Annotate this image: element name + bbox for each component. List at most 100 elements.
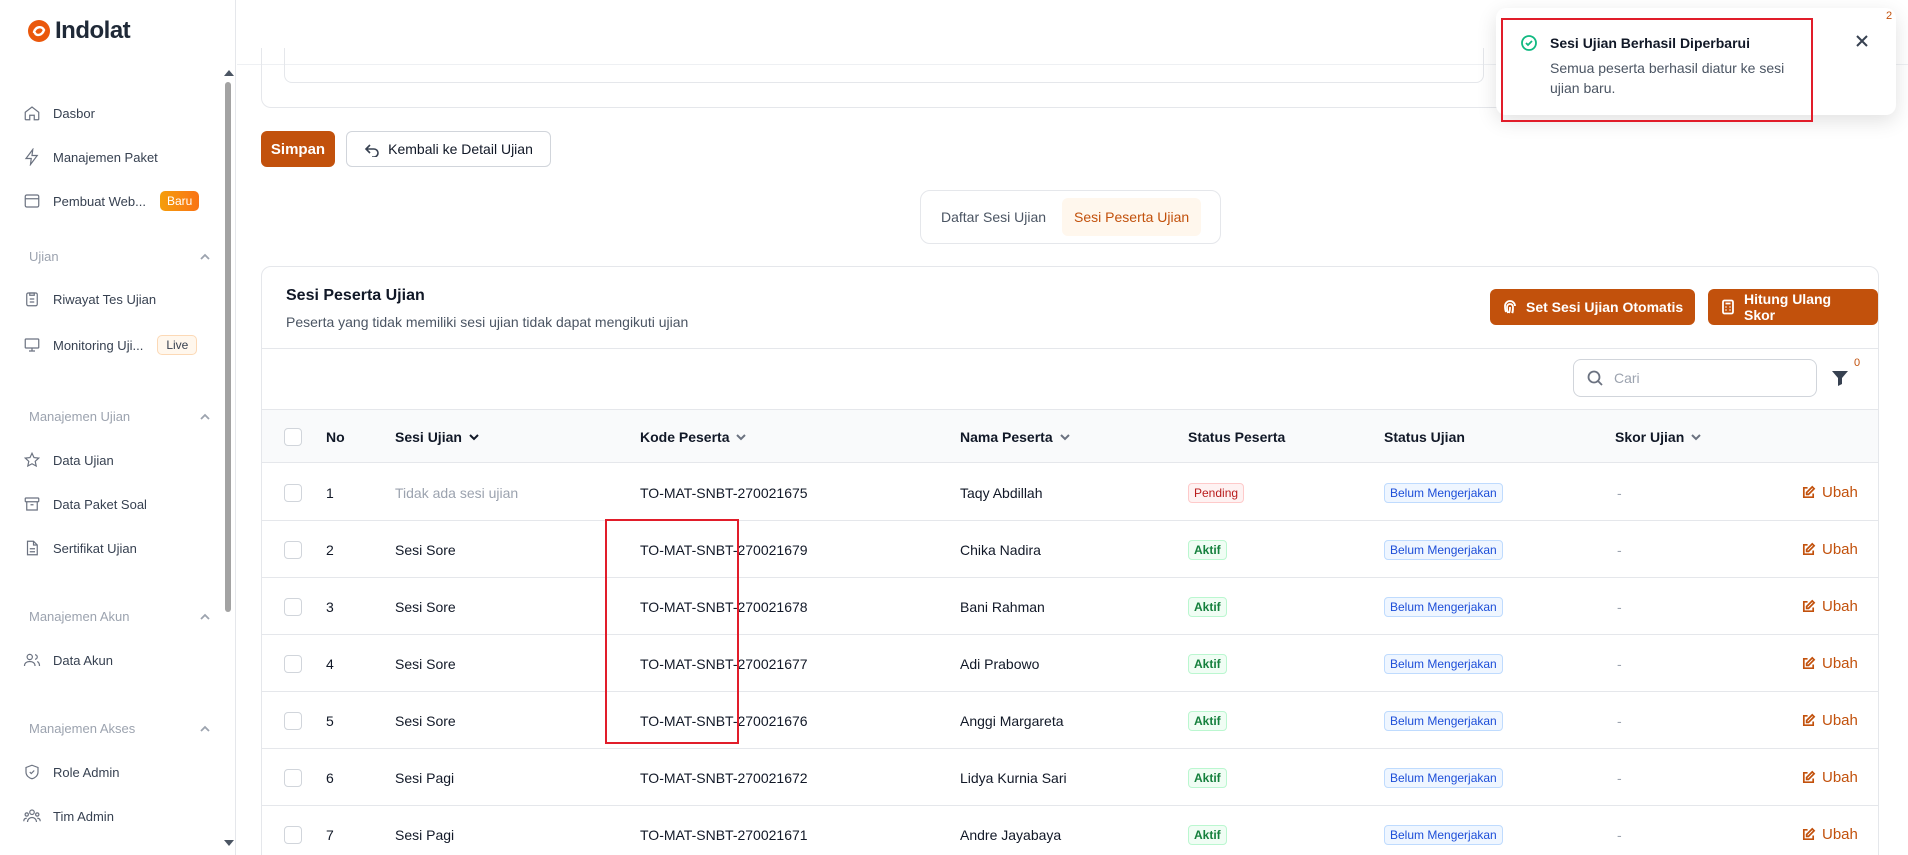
edit-label: Ubah bbox=[1822, 598, 1858, 615]
sidebar-item-sertifikat-ujian[interactable]: Sertifikat Ujian bbox=[22, 534, 137, 562]
section-title: Manajemen Ujian bbox=[29, 409, 131, 424]
cell-sesi-ujian: Sesi Sore bbox=[395, 598, 456, 615]
search-icon bbox=[1587, 370, 1603, 386]
home-icon bbox=[22, 103, 42, 123]
status-ujian-badge: Belum Mengerjakan bbox=[1384, 482, 1503, 503]
edit-button[interactable]: Ubah bbox=[1801, 655, 1858, 672]
cell-status-ujian: Belum Mengerjakan bbox=[1384, 635, 1503, 692]
section-manajemen-akun-toggle[interactable]: Manajemen Akun bbox=[29, 609, 211, 624]
live-badge: Live bbox=[157, 335, 198, 355]
status-ujian-badge: Belum Mengerjakan bbox=[1384, 824, 1503, 845]
cell-status-peserta: Aktif bbox=[1188, 749, 1227, 806]
sidebar-item-data-ujian[interactable]: Data Ujian bbox=[22, 446, 114, 474]
scroll-up-arrow-icon[interactable] bbox=[224, 70, 234, 76]
status-ujian-badge: Belum Mengerjakan bbox=[1384, 539, 1503, 560]
scroll-down-arrow-icon[interactable] bbox=[224, 840, 234, 846]
edit-button[interactable]: Ubah bbox=[1801, 484, 1858, 501]
sidebar-item-monitoring-ujian[interactable]: Monitoring Uji... Live bbox=[22, 331, 198, 359]
sidebar-scrollbar[interactable] bbox=[223, 68, 234, 848]
column-label: Nama Peserta bbox=[960, 429, 1053, 445]
sidebar-item-label: Pembuat Web... bbox=[53, 193, 146, 209]
column-label: Skor Ujian bbox=[1615, 429, 1685, 445]
edit-button[interactable]: Ubah bbox=[1801, 712, 1858, 729]
sidebar-item-label: Role Admin bbox=[53, 764, 120, 780]
search-box[interactable] bbox=[1573, 359, 1817, 397]
row-select-cell bbox=[284, 578, 302, 635]
sidebar-item-dasbor[interactable]: Dasbor bbox=[22, 99, 95, 127]
search-input[interactable] bbox=[1614, 370, 1804, 386]
table-row: 1 Tidak ada sesi ujian TO-MAT-SNBT-2700216… bbox=[262, 464, 1878, 521]
edit-button[interactable]: Ubah bbox=[1801, 826, 1858, 843]
row-checkbox[interactable] bbox=[284, 825, 302, 844]
undo-arrow-icon bbox=[364, 144, 379, 157]
sort-chevron-down-icon bbox=[1059, 434, 1070, 441]
column-label: Sesi Ujian bbox=[395, 429, 462, 445]
sort-chevron-down-icon bbox=[1691, 434, 1701, 441]
brand-logo[interactable]: Indolat bbox=[27, 17, 131, 45]
cell-sesi-ujian: Sesi Sore bbox=[395, 541, 456, 558]
calculator-icon bbox=[1722, 299, 1734, 315]
column-header-skor-ujian[interactable]: Skor Ujian bbox=[1615, 410, 1702, 464]
clipboard-icon bbox=[22, 289, 42, 309]
section-manajemen-akses-toggle[interactable]: Manajemen Akses bbox=[29, 721, 211, 736]
tab-sesi-peserta-ujian[interactable]: Sesi Peserta Ujian bbox=[1062, 198, 1202, 236]
sidebar-item-pembuat-web[interactable]: Pembuat Web... Baru bbox=[22, 187, 200, 215]
table-row: 7 Sesi Pagi TO-MAT-SNBT-270021671 Andre Jay… bbox=[262, 806, 1878, 855]
status-peserta-badge: Aktif bbox=[1188, 710, 1227, 731]
cell-kode-peserta: TO-MAT-SNBT-270021671 bbox=[640, 826, 808, 843]
section-manajemen-ujian-toggle[interactable]: Manajemen Ujian bbox=[29, 409, 211, 424]
cell-nama-peserta: Adi Prabowo bbox=[960, 655, 1040, 672]
sidebar-item-tim-admin[interactable]: Tim Admin bbox=[22, 802, 114, 830]
section-title: Manajemen Akun bbox=[29, 609, 130, 624]
row-checkbox[interactable] bbox=[284, 711, 302, 730]
column-header-kode-peserta[interactable]: Kode Peserta bbox=[640, 410, 747, 464]
row-checkbox[interactable] bbox=[284, 597, 302, 616]
sidebar-item-data-paket-soal[interactable]: Data Paket Soal bbox=[22, 490, 147, 518]
column-header-nama-peserta[interactable]: Nama Peserta bbox=[960, 410, 1071, 464]
team-icon bbox=[22, 806, 42, 826]
sort-chevron-down-icon bbox=[736, 434, 747, 441]
select-all-cell bbox=[284, 410, 302, 464]
row-checkbox[interactable] bbox=[284, 483, 302, 502]
edit-button[interactable]: Ubah bbox=[1801, 769, 1858, 786]
notification-count: 2 bbox=[1886, 10, 1893, 22]
row-checkbox[interactable] bbox=[284, 768, 302, 787]
table-header: No Sesi Ujian Kode Peserta Nama Peserta … bbox=[262, 409, 1878, 463]
tab-daftar-sesi-ujian[interactable]: Daftar Sesi Ujian bbox=[929, 198, 1058, 236]
cell-action: Ubah bbox=[1801, 464, 1858, 521]
recalculate-score-label: Hitung Ulang Skor bbox=[1743, 291, 1832, 323]
scrollbar-thumb[interactable] bbox=[225, 82, 231, 612]
cell-status-ujian: Belum Mengerjakan bbox=[1384, 692, 1503, 749]
column-header-status-ujian: Status Ujian bbox=[1384, 429, 1465, 445]
edit-button[interactable]: Ubah bbox=[1801, 598, 1858, 615]
section-title: Manajemen Akses bbox=[29, 721, 136, 736]
cell-kode-peserta: TO-MAT-SNBT-270021675 bbox=[640, 484, 808, 501]
table-row: 5 Sesi Sore TO-MAT-SNBT-270021676 Anggi Mar… bbox=[262, 692, 1878, 749]
table-row: 3 Sesi Sore TO-MAT-SNBT-270021678 Bani Rahm… bbox=[262, 578, 1878, 635]
back-to-exam-detail-button[interactable]: Kembali ke Detail Ujian bbox=[346, 131, 551, 167]
cell-kode-peserta: TO-MAT-SNBT-270021678 bbox=[640, 598, 808, 615]
filter-button[interactable] bbox=[1830, 368, 1852, 390]
section-ujian-toggle[interactable]: Ujian bbox=[29, 249, 211, 264]
cell-nama-peserta: Bani Rahman bbox=[960, 598, 1045, 615]
row-checkbox[interactable] bbox=[284, 540, 302, 559]
edit-button[interactable]: Ubah bbox=[1801, 541, 1858, 558]
status-ujian-badge: Belum Mengerjakan bbox=[1384, 710, 1503, 731]
edit-label: Ubah bbox=[1822, 769, 1858, 786]
sidebar-item-label: Tim Admin bbox=[53, 808, 114, 824]
brand-name: Indolat bbox=[55, 17, 131, 44]
sidebar-item-data-akun[interactable]: Data Akun bbox=[22, 646, 113, 674]
cell-sesi-ujian: Tidak ada sesi ujian bbox=[395, 484, 519, 501]
auto-session-button[interactable]: Set Sesi Ujian Otomatis bbox=[1490, 289, 1696, 325]
sidebar-item-manajemen-paket[interactable]: Manajemen Paket bbox=[22, 143, 158, 171]
archive-icon bbox=[22, 494, 42, 514]
column-header-sesi-ujian[interactable]: Sesi Ujian bbox=[395, 410, 480, 464]
edit-icon bbox=[1802, 542, 1816, 556]
close-icon[interactable] bbox=[1855, 34, 1871, 50]
select-all-checkbox[interactable] bbox=[284, 428, 302, 446]
sidebar-item-role-admin[interactable]: Role Admin bbox=[22, 758, 119, 786]
save-button[interactable]: Simpan bbox=[261, 131, 335, 167]
row-checkbox[interactable] bbox=[284, 654, 302, 673]
sidebar-item-riwayat-tes-ujian[interactable]: Riwayat Tes Ujian bbox=[22, 285, 156, 313]
recalculate-score-button[interactable]: Hitung Ulang Skor bbox=[1708, 289, 1878, 325]
